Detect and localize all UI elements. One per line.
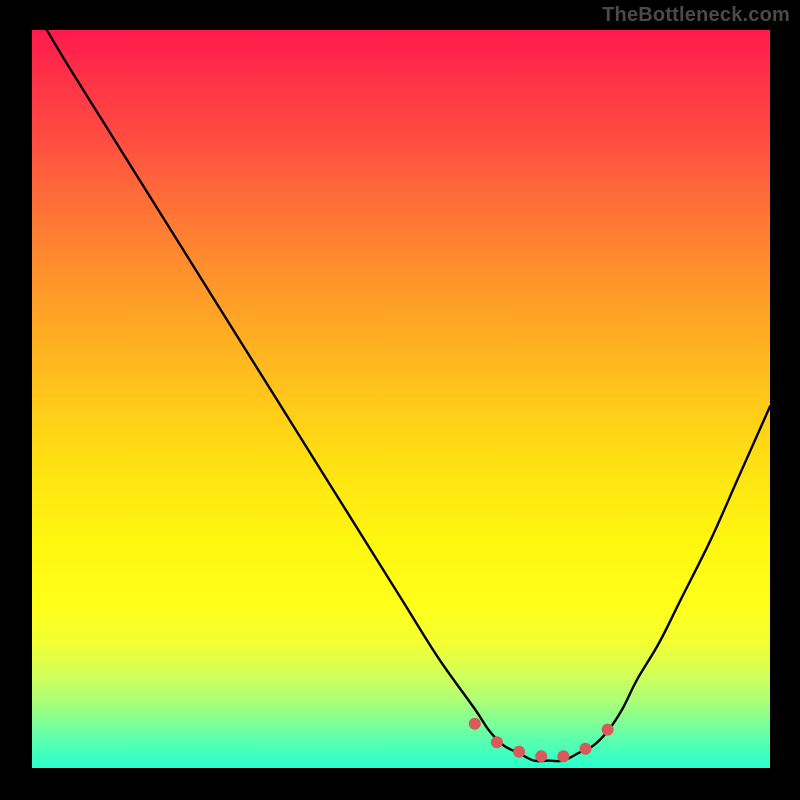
curve-marker — [535, 750, 547, 762]
chart-container: TheBottleneck.com — [0, 0, 800, 800]
curve-marker — [513, 746, 525, 758]
curve-markers — [469, 718, 614, 763]
curve-marker — [602, 724, 614, 736]
curve-marker — [580, 743, 592, 755]
curve-marker — [557, 750, 569, 762]
curve-layer — [32, 30, 770, 768]
watermark-text: TheBottleneck.com — [602, 4, 790, 27]
curve-marker — [469, 718, 481, 730]
plot-area — [32, 30, 770, 768]
curve-marker — [491, 736, 503, 748]
bottleneck-curve-line — [47, 30, 770, 761]
